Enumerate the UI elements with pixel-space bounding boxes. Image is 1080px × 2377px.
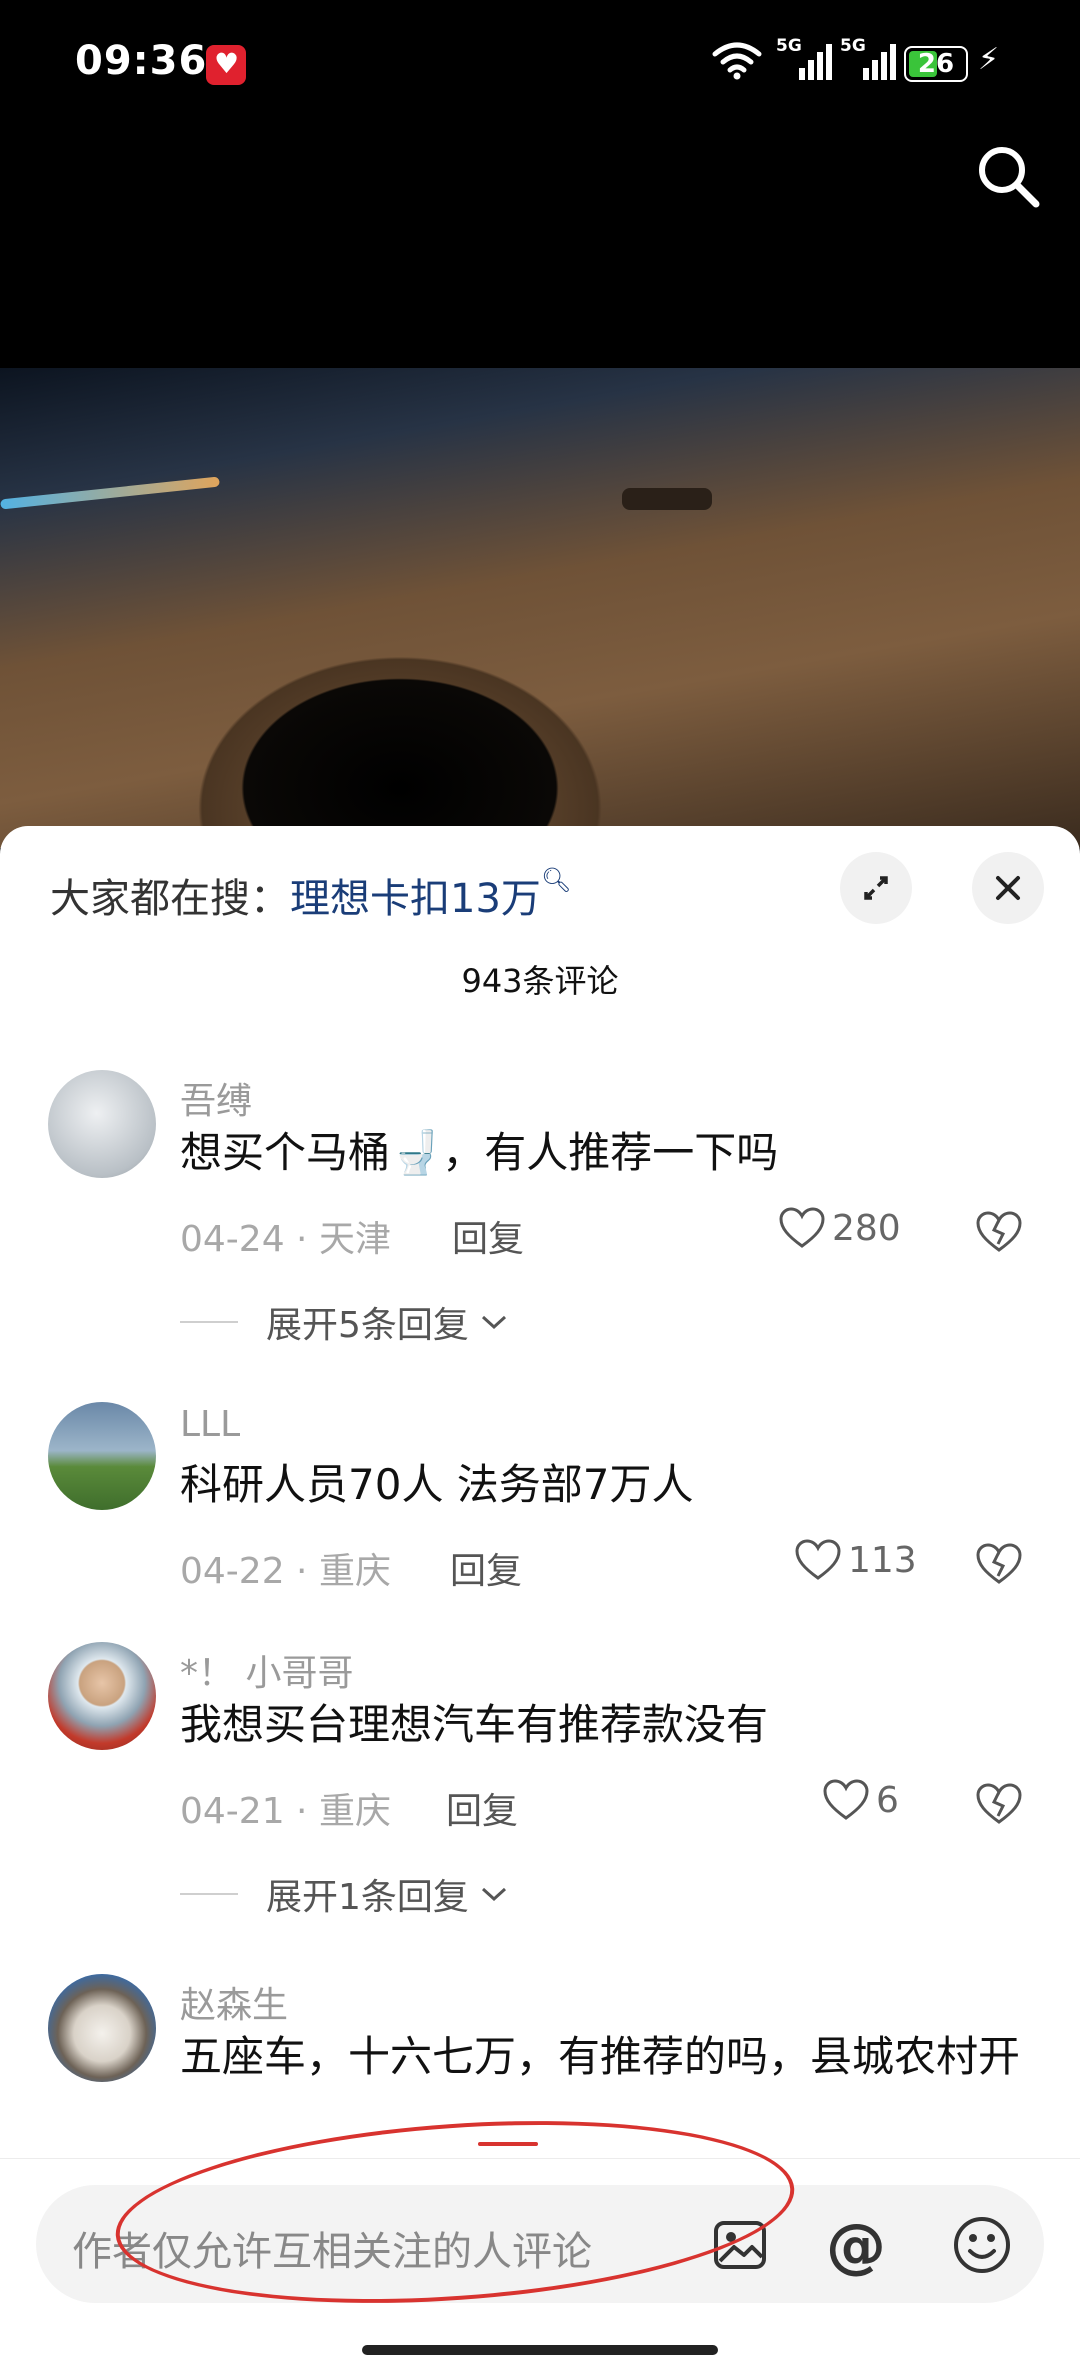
dislike-icon[interactable] [974, 1780, 1024, 1826]
expand-replies-label: 展开5条回复 [266, 1305, 469, 1346]
wifi-icon [712, 42, 762, 80]
signal-icon-2: 5G [840, 36, 896, 84]
comment-input-bar: 作者仅允许互相关注的人评论 @ [0, 2158, 1080, 2377]
like-count: 280 [832, 1207, 901, 1249]
avatar[interactable] [48, 1402, 156, 1510]
like-button[interactable]: 113 [794, 1538, 917, 1582]
avatar[interactable] [48, 1642, 156, 1750]
close-button[interactable] [972, 852, 1044, 924]
like-button[interactable]: 6 [822, 1778, 899, 1822]
dislike-icon[interactable] [974, 1208, 1024, 1254]
expand-replies[interactable]: 展开1条回复 [180, 1868, 509, 1920]
comment-text: 我想买台理想汽车有推荐款没有 [180, 1700, 769, 1749]
hot-search-banner[interactable]: 大家都在搜：理想卡扣13万🔍︎ [50, 866, 571, 924]
expand-icon [864, 876, 888, 900]
comment-text: 五座车，十六七万，有推荐的吗，县城农村开 [180, 2032, 1021, 2081]
heart-icon [823, 1779, 869, 1820]
search-icon[interactable] [972, 140, 1044, 212]
reply-button[interactable]: 回复 [446, 1782, 518, 1834]
comment-text: 想买个马桶🚽，有人推荐一下吗 [180, 1128, 779, 1177]
comment-sheet: 大家都在搜：理想卡扣13万🔍︎ 943条评论 吾缚 想买个马桶🚽，有人推荐一下吗… [0, 826, 1080, 2376]
like-count: 113 [848, 1539, 917, 1581]
charging-icon: ⚡ [978, 42, 1000, 77]
image-icon[interactable] [712, 2217, 768, 2273]
reply-button[interactable]: 回复 [452, 1210, 524, 1262]
like-count: 6 [876, 1779, 899, 1821]
heart-icon [779, 1207, 825, 1248]
signal-icon-1: 5G [776, 36, 832, 84]
expand-replies[interactable]: 展开5条回复 [180, 1296, 509, 1348]
comment-username[interactable]: *！ 小哥哥 [180, 1644, 353, 1696]
avatar[interactable] [48, 1974, 156, 2082]
hot-search-keyword[interactable]: 理想卡扣13万 [290, 876, 541, 922]
reply-button[interactable]: 回复 [450, 1542, 522, 1594]
home-indicator [362, 2345, 718, 2355]
dislike-icon[interactable] [974, 1540, 1024, 1586]
battery-level: 26 [917, 49, 955, 79]
close-icon [996, 876, 1020, 900]
status-bar: 09:36 5G 5G 26 ⚡ [0, 0, 1080, 130]
battery-icon: 26 [904, 46, 968, 82]
mention-icon[interactable]: @ [826, 2211, 886, 2281]
avatar[interactable] [48, 1070, 156, 1178]
comment-username[interactable]: 赵森生 [180, 1976, 288, 2028]
car-headlight [0, 476, 220, 510]
heart-icon [795, 1539, 841, 1580]
hot-search-label: 大家都在搜： [50, 876, 290, 922]
emoji-icon[interactable] [952, 2215, 1012, 2275]
comment-text: 科研人员70人 法务部7万人 [180, 1460, 694, 1509]
comment-date-location: 04-24 · 天津 [180, 1219, 391, 1260]
comment-username[interactable]: 吾缚 [180, 1072, 252, 1124]
comment-date-location: 04-22 · 重庆 [180, 1551, 391, 1592]
video-player[interactable] [0, 368, 1080, 848]
expand-button[interactable] [840, 852, 912, 924]
chevron-down-icon [481, 1315, 506, 1330]
comment-input[interactable]: 作者仅允许互相关注的人评论 @ [36, 2185, 1044, 2303]
app-notification-icon [206, 45, 246, 85]
search-small-icon: 🔍︎ [540, 866, 572, 894]
expand-replies-label: 展开1条回复 [266, 1877, 469, 1918]
comment-input-placeholder: 作者仅允许互相关注的人评论 [72, 2229, 592, 2275]
like-button[interactable]: 280 [778, 1206, 901, 1250]
status-time: 09:36 [75, 38, 208, 84]
comment-count: 943条评论 [461, 962, 619, 1000]
comment-username[interactable]: LLL [180, 1404, 240, 1445]
chevron-down-icon [481, 1887, 506, 1902]
car-door-handle [622, 488, 712, 510]
comment-date-location: 04-21 · 重庆 [180, 1791, 391, 1832]
